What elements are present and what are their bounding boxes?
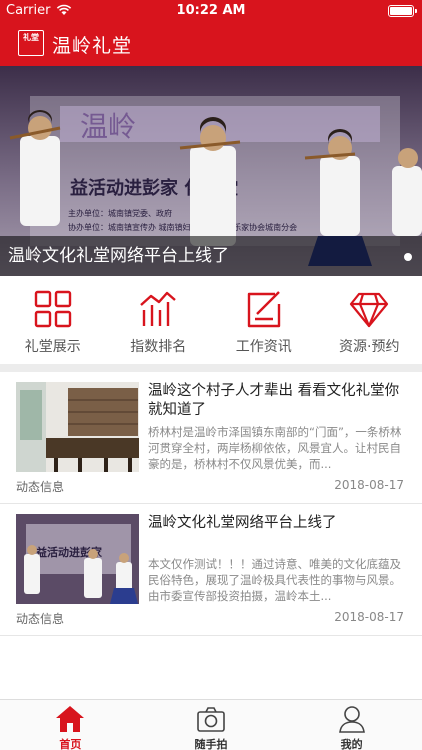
- news-category-tag: 动态信息: [16, 612, 65, 626]
- status-bar: Carrier 10:22 AM: [0, 0, 422, 22]
- carousel-indicator[interactable]: [404, 253, 412, 261]
- news-item[interactable]: 益活动进彭家 温岭文化礼堂网络平台上线了 本文仅作测试！！！通过诗意、唯美的文化…: [0, 504, 422, 636]
- home-icon: [56, 706, 85, 732]
- svg-text:协办单位：城南镇宣传办 城南镇妇联 温岭市音乐家协会城南分会: 协办单位：城南镇宣传办 城南镇妇联 温岭市音乐家协会城南分会: [68, 222, 297, 232]
- category-work-news[interactable]: 工作资讯: [211, 276, 317, 364]
- top-header: Carrier 10:22 AM 礼堂 温岭礼堂: [0, 0, 422, 66]
- news-thumbnail[interactable]: [16, 382, 139, 472]
- navbar: 礼堂 温岭礼堂: [0, 22, 422, 66]
- category-resources-booking[interactable]: 资源·预约: [317, 276, 422, 364]
- category-label: 资源·预约: [339, 339, 400, 355]
- clock: 10:22 AM: [176, 3, 246, 18]
- tab-label: 随手拍: [194, 738, 228, 750]
- battery-icon: [388, 5, 417, 17]
- user-icon: [338, 706, 365, 733]
- category-bar: 礼堂展示 指数排名 工作资讯 资源·预约: [0, 276, 422, 364]
- news-date: 2018-08-17: [334, 610, 404, 624]
- thumbnail-image: 益活动进彭家: [16, 514, 139, 604]
- news-summary: 桥林村是温岭市泽国镇东南部的“门面”，一条桥林河贯穿全村，两岸杨柳依依，风景宜人…: [148, 425, 402, 471]
- thumbnail-image: [16, 382, 139, 472]
- news-list: 温岭这个村子人才辈出 看看文化礼堂你就知道了 桥林村是温岭市泽国镇东南部的“门面…: [0, 372, 422, 699]
- tab-home[interactable]: 首页: [0, 700, 141, 750]
- svg-text:主办单位：城南镇党委、政府: 主办单位：城南镇党委、政府: [68, 208, 172, 218]
- category-label: 工作资讯: [235, 339, 292, 355]
- category-label: 指数排名: [130, 339, 187, 355]
- news-date: 2018-08-17: [334, 478, 404, 492]
- bottom-tab-bar: 首页 随手拍 我的: [0, 699, 422, 750]
- grid-icon: [34, 290, 71, 328]
- news-title[interactable]: 温岭这个村子人才辈出 看看文化礼堂你就知道了: [148, 382, 408, 420]
- chart-icon: [140, 291, 177, 326]
- banner-caption: 温岭文化礼堂网络平台上线了: [0, 236, 422, 276]
- news-title[interactable]: 温岭文化礼堂网络平台上线了: [148, 514, 408, 533]
- edit-icon: [247, 291, 280, 328]
- svg-text:温岭: 温岭: [80, 110, 136, 143]
- diamond-icon: [350, 292, 389, 328]
- section-divider: [0, 364, 422, 372]
- news-category-tag: 动态信息: [16, 480, 65, 494]
- camera-icon: [197, 707, 225, 732]
- app-logo: 礼堂: [18, 30, 44, 56]
- category-index-ranking[interactable]: 指数排名: [106, 276, 212, 364]
- app-title: 温岭礼堂: [52, 35, 133, 57]
- banner-carousel[interactable]: 温岭 益活动进彭家 化礼堂 主办单位：城南镇党委、政府 协办单位：城南镇宣传办 …: [0, 66, 422, 276]
- tab-snapshot[interactable]: 随手拍: [141, 700, 282, 750]
- tab-label: 首页: [59, 738, 82, 750]
- news-thumbnail[interactable]: 益活动进彭家: [16, 514, 139, 604]
- tab-mine[interactable]: 我的: [281, 700, 422, 750]
- news-summary: 本文仅作测试！！！通过诗意、唯美的文化底蕴及民俗特色，展现了温岭极具代表性的事物…: [148, 557, 401, 603]
- tab-label: 我的: [340, 738, 363, 750]
- category-hall-showcase[interactable]: 礼堂展示: [0, 276, 106, 364]
- news-item[interactable]: 温岭这个村子人才辈出 看看文化礼堂你就知道了 桥林村是温岭市泽国镇东南部的“门面…: [0, 372, 422, 504]
- category-label: 礼堂展示: [24, 339, 81, 355]
